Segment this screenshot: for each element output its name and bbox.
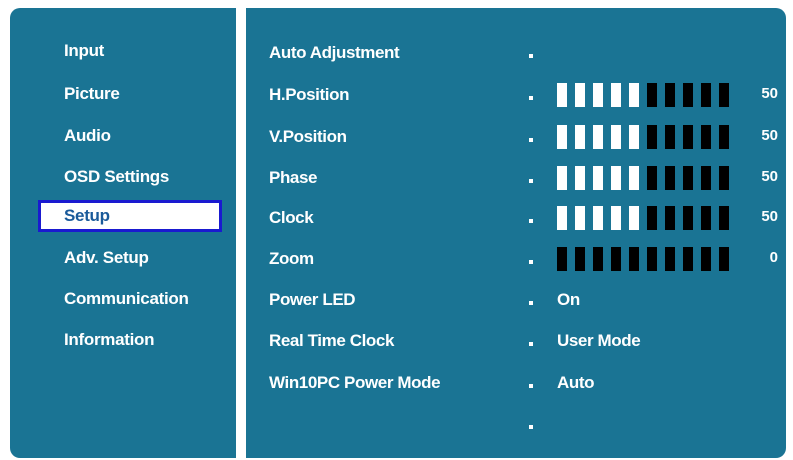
slider-segment-filled — [629, 206, 639, 230]
setting-label: Win10PC Power Mode — [269, 373, 441, 392]
menu-item-information[interactable]: Information — [38, 324, 222, 356]
setting-label: Power LED — [269, 290, 356, 309]
osd-main-menu: Input Picture Audio OSD Settings Setup A… — [10, 8, 236, 458]
menu-item-picture[interactable]: Picture — [38, 78, 222, 110]
slider-segment-empty — [665, 125, 675, 149]
bullet-icon — [529, 342, 533, 346]
slider-segment-empty — [683, 125, 693, 149]
setting-row-empty[interactable] — [246, 406, 786, 440]
setting-row-real-time-clock[interactable]: Real Time Clock User Mode — [246, 323, 786, 357]
bullet-icon — [529, 96, 533, 100]
slider-value: 50 — [761, 127, 778, 144]
slider-segment-empty — [629, 247, 639, 271]
setting-row-auto-adjustment[interactable]: Auto Adjustment — [246, 35, 786, 69]
slider-segment-filled — [593, 206, 603, 230]
setting-row-zoom[interactable]: Zoom 0 — [246, 241, 786, 275]
slider-segment-empty — [719, 247, 729, 271]
slider-segment-filled — [575, 125, 585, 149]
setting-value: Auto — [557, 373, 595, 392]
setting-row-h-position[interactable]: H.Position 50 — [246, 77, 786, 111]
osd-setup-panel: Auto Adjustment H.Position 50 V.Position… — [246, 8, 786, 458]
slider-segment-empty — [701, 247, 711, 271]
slider-segment-empty — [611, 247, 621, 271]
setting-label: Phase — [269, 168, 318, 187]
slider-segment-filled — [629, 83, 639, 107]
slider-segment-empty — [719, 125, 729, 149]
slider-segment-empty — [701, 166, 711, 190]
slider-segment-empty — [665, 166, 675, 190]
slider-segment-empty — [719, 206, 729, 230]
setting-value: User Mode — [557, 331, 641, 350]
bullet-icon — [529, 54, 533, 58]
slider-value: 50 — [761, 168, 778, 185]
slider-segment-empty — [665, 206, 675, 230]
bullet-icon — [529, 425, 533, 429]
bullet-icon — [529, 384, 533, 388]
setting-row-power-led[interactable]: Power LED On — [246, 282, 786, 316]
slider-value: 0 — [769, 249, 778, 266]
slider-segment-empty — [647, 125, 657, 149]
slider-segment-filled — [557, 166, 567, 190]
slider-segment-filled — [557, 83, 567, 107]
slider-segment-empty — [719, 83, 729, 107]
bullet-icon — [529, 301, 533, 305]
setting-label: Real Time Clock — [269, 331, 395, 350]
slider-segment-empty — [683, 247, 693, 271]
slider-segment-empty — [665, 247, 675, 271]
setting-row-phase[interactable]: Phase 50 — [246, 160, 786, 194]
slider-segment-empty — [647, 83, 657, 107]
setting-row-v-position[interactable]: V.Position 50 — [246, 119, 786, 153]
setting-row-win10pc-power-mode[interactable]: Win10PC Power Mode Auto — [246, 365, 786, 399]
slider-segment-filled — [611, 206, 621, 230]
slider-segment-filled — [593, 166, 603, 190]
slider-value: 50 — [761, 85, 778, 102]
slider-segment-empty — [557, 247, 567, 271]
setting-row-clock[interactable]: Clock 50 — [246, 200, 786, 234]
slider-value: 50 — [761, 208, 778, 225]
slider-segment-empty — [647, 166, 657, 190]
slider-segment-empty — [701, 206, 711, 230]
setting-label: Zoom — [269, 249, 314, 268]
setting-value: On — [557, 290, 580, 309]
slider-segment-filled — [611, 83, 621, 107]
slider-segment-filled — [629, 166, 639, 190]
bullet-icon — [529, 138, 533, 142]
setting-label: H.Position — [269, 85, 350, 104]
slider-segment-empty — [575, 247, 585, 271]
setting-label: Auto Adjustment — [269, 43, 400, 62]
slider-segment-filled — [575, 206, 585, 230]
slider-segment-empty — [683, 83, 693, 107]
setting-label: Clock — [269, 208, 314, 227]
menu-item-audio[interactable]: Audio — [38, 120, 222, 152]
menu-item-adv-setup[interactable]: Adv. Setup — [38, 242, 222, 274]
slider-segment-filled — [557, 206, 567, 230]
slider-segment-empty — [593, 247, 603, 271]
slider-segment-empty — [683, 206, 693, 230]
slider-segment-empty — [719, 166, 729, 190]
setting-label: V.Position — [269, 127, 347, 146]
slider-segment-empty — [683, 166, 693, 190]
bullet-icon — [529, 260, 533, 264]
slider-segment-filled — [575, 166, 585, 190]
slider-segment-filled — [557, 125, 567, 149]
slider-segment-empty — [701, 83, 711, 107]
slider-segment-empty — [647, 206, 657, 230]
slider-segment-filled — [593, 83, 603, 107]
slider-segment-filled — [629, 125, 639, 149]
slider-segment-empty — [647, 247, 657, 271]
slider-segment-filled — [575, 83, 585, 107]
slider-segment-empty — [665, 83, 675, 107]
slider-segment-filled — [611, 125, 621, 149]
bullet-icon — [529, 179, 533, 183]
menu-item-osd-settings[interactable]: OSD Settings — [38, 161, 222, 193]
menu-item-input[interactable]: Input — [38, 35, 222, 67]
slider-segment-filled — [593, 125, 603, 149]
bullet-icon — [529, 219, 533, 223]
menu-item-setup[interactable]: Setup — [38, 200, 222, 232]
menu-item-communication[interactable]: Communication — [38, 283, 222, 315]
slider-segment-filled — [611, 166, 621, 190]
slider-segment-empty — [701, 125, 711, 149]
